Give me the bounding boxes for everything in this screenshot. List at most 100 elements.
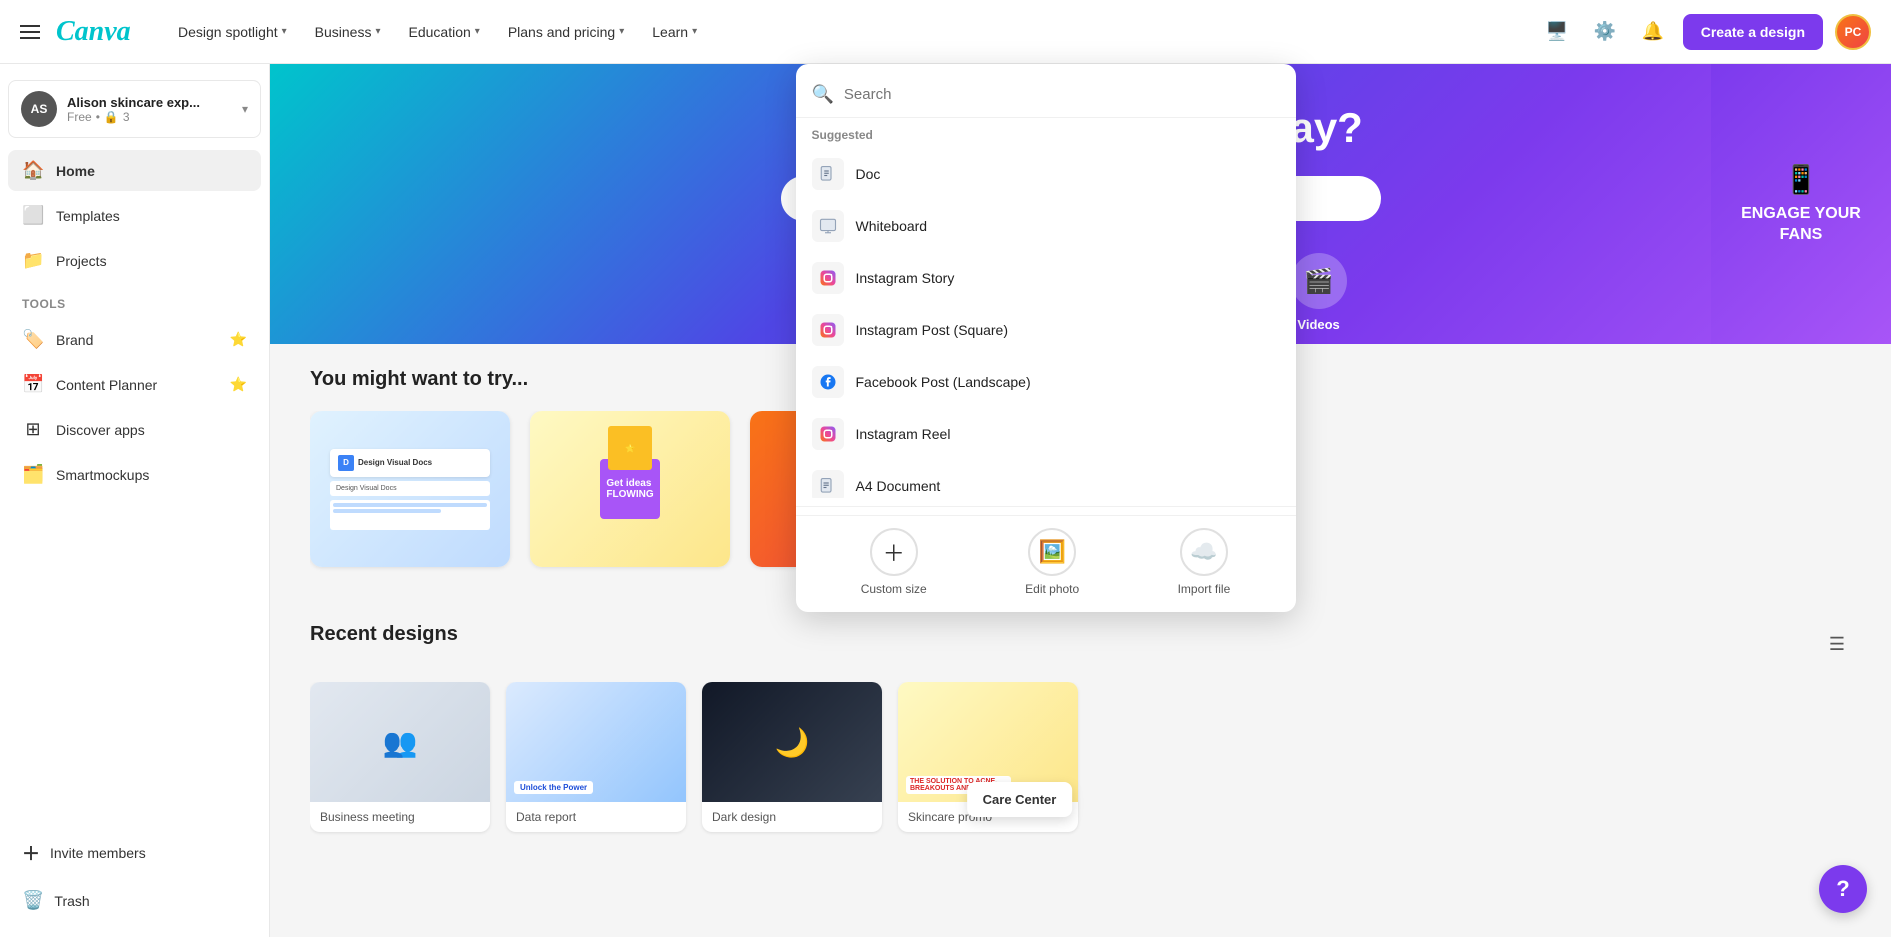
- search-item-doc-label: Doc: [856, 166, 881, 182]
- templates-icon: ⬜: [22, 205, 44, 226]
- sidebar-item-home[interactable]: 🏠 Home: [8, 150, 261, 191]
- search-item-a4[interactable]: A4 Document: [796, 460, 1296, 498]
- recent-card-label-2: Data report: [506, 802, 686, 832]
- recent-header-controls: ☰: [1823, 631, 1851, 659]
- discover-apps-icon: ⊞: [22, 419, 44, 440]
- suggested-label: Suggested: [796, 118, 1296, 148]
- edit-photo-action[interactable]: 🖼️ Edit photo: [1025, 528, 1079, 596]
- custom-size-icon: ＋: [870, 528, 918, 576]
- account-name: Alison skincare exp...: [67, 95, 232, 110]
- search-item-a4-label: A4 Document: [856, 478, 941, 494]
- search-dropdown-actions: ＋ Custom size 🖼️ Edit photo ☁️ Import fi…: [796, 515, 1296, 600]
- import-file-action[interactable]: ☁️ Import file: [1178, 528, 1231, 596]
- edit-photo-icon: 🖼️: [1028, 528, 1076, 576]
- recent-thumb-3: 🌙: [702, 682, 882, 802]
- recent-design-2[interactable]: Unlock the Power Data report: [506, 682, 686, 832]
- edit-photo-label: Edit photo: [1025, 582, 1079, 596]
- sidebar-item-label: Smartmockups: [56, 467, 149, 483]
- topnav-right: 🖥️ ⚙️ 🔔 Create a design PC: [1539, 14, 1871, 50]
- care-center-toast: Care Center: [967, 782, 1073, 817]
- search-item-facebook-post[interactable]: Facebook Post (Landscape): [796, 356, 1296, 408]
- sidebar-item-label: Brand: [56, 332, 93, 348]
- create-design-button[interactable]: Create a design: [1683, 14, 1823, 50]
- sidebar-item-templates[interactable]: ⬜ Templates: [8, 195, 261, 236]
- hero-category-videos[interactable]: 🎬 Videos: [1291, 253, 1347, 332]
- help-button[interactable]: ?: [1819, 865, 1867, 913]
- instagram-square-icon: [812, 314, 844, 346]
- hero-right-text: ENGAGE YOUR FANS: [1727, 204, 1875, 246]
- a4-icon: [812, 470, 844, 498]
- sidebar-item-label: Home: [56, 163, 95, 179]
- monitor-icon[interactable]: 🖥️: [1539, 14, 1575, 50]
- search-item-instagram-reel-label: Instagram Reel: [856, 426, 951, 442]
- import-file-label: Import file: [1178, 582, 1231, 596]
- facebook-post-icon: [812, 366, 844, 398]
- recent-thumb-1: 👥: [310, 682, 490, 802]
- recent-designs-section: Recent designs ☰ 👥 Business meeting Unlo…: [270, 599, 1891, 864]
- sidebar: AS Alison skincare exp... Free • 🔒 3 ▾ 🏠…: [0, 64, 270, 937]
- menu-item-business[interactable]: Business ▾: [303, 16, 393, 48]
- search-item-doc[interactable]: Doc: [796, 148, 1296, 200]
- recent-design-3[interactable]: 🌙 Dark design: [702, 682, 882, 832]
- trash-button[interactable]: 🗑️ Trash: [8, 880, 261, 921]
- trash-icon: 🗑️: [22, 890, 44, 911]
- sidebar-item-brand[interactable]: 🏷️ Brand ⭐: [8, 319, 261, 360]
- search-item-instagram-story[interactable]: Instagram Story: [796, 252, 1296, 304]
- search-item-whiteboard[interactable]: Whiteboard: [796, 200, 1296, 252]
- search-dropdown-input[interactable]: [844, 86, 1280, 103]
- instagram-story-icon: [812, 262, 844, 294]
- recent-thumb-2: Unlock the Power: [506, 682, 686, 802]
- account-info: Alison skincare exp... Free • 🔒 3: [67, 95, 232, 124]
- recent-card-label-3: Dark design: [702, 802, 882, 832]
- custom-size-action[interactable]: ＋ Custom size: [861, 528, 927, 596]
- account-avatar: AS: [21, 91, 57, 127]
- content-planner-icon: 📅: [22, 374, 44, 395]
- doc-icon: [812, 158, 844, 190]
- card-whiteboard[interactable]: Get ideasFLOWING ⭐ Whiteboard: [530, 411, 730, 567]
- import-file-icon: ☁️: [1180, 528, 1228, 576]
- sidebar-item-projects[interactable]: 📁 Projects: [8, 240, 261, 281]
- sidebar-item-label: Templates: [56, 208, 120, 224]
- trash-label: Trash: [54, 893, 89, 909]
- videos-icon: 🎬: [1291, 253, 1347, 309]
- search-item-facebook-post-label: Facebook Post (Landscape): [856, 374, 1031, 390]
- search-dropdown-scroll: Suggested Doc Whiteboard Instagram Story: [796, 118, 1296, 498]
- search-item-instagram-square-label: Instagram Post (Square): [856, 322, 1009, 338]
- menu-item-design-spotlight[interactable]: Design spotlight ▾: [166, 16, 299, 48]
- recent-designs-row: 👥 Business meeting Unlock the Power Data…: [310, 682, 1851, 840]
- top-menu: Design spotlight ▾ Business ▾ Education …: [166, 16, 1531, 48]
- card-doc[interactable]: D Design Visual Docs Design Visual Docs …: [310, 411, 510, 567]
- recent-designs-header: Recent designs ☰: [310, 623, 1851, 666]
- tools-section-label: Tools: [8, 285, 261, 315]
- sidebar-item-content-planner[interactable]: 📅 Content Planner ⭐: [8, 364, 261, 405]
- menu-item-learn[interactable]: Learn ▾: [640, 16, 709, 48]
- invite-members-button[interactable]: ＋ Invite members: [8, 830, 261, 876]
- notifications-icon[interactable]: 🔔: [1635, 14, 1671, 50]
- sidebar-item-smartmockups[interactable]: 🗂️ Smartmockups: [8, 454, 261, 495]
- account-switcher[interactable]: AS Alison skincare exp... Free • 🔒 3 ▾: [8, 80, 261, 138]
- sidebar-item-label: Content Planner: [56, 377, 157, 393]
- menu-item-education[interactable]: Education ▾: [397, 16, 492, 48]
- videos-label: Videos: [1297, 317, 1339, 332]
- logo[interactable]: Canva: [56, 16, 146, 48]
- menu-item-plans-pricing[interactable]: Plans and pricing ▾: [496, 16, 636, 48]
- top-navigation: Canva Design spotlight ▾ Business ▾ Educ…: [0, 0, 1891, 64]
- search-item-instagram-square[interactable]: Instagram Post (Square): [796, 304, 1296, 356]
- list-view-button[interactable]: ☰: [1823, 631, 1851, 659]
- sidebar-item-discover-apps[interactable]: ⊞ Discover apps: [8, 409, 261, 450]
- recent-design-1[interactable]: 👥 Business meeting: [310, 682, 490, 832]
- brand-icon: 🏷️: [22, 329, 44, 350]
- whiteboard-icon: [812, 210, 844, 242]
- search-dropdown-search-icon: 🔍: [812, 84, 834, 105]
- sidebar-item-label: Discover apps: [56, 422, 145, 438]
- hamburger-menu[interactable]: [20, 25, 40, 39]
- smartmockups-icon: 🗂️: [22, 464, 44, 485]
- custom-size-label: Custom size: [861, 582, 927, 596]
- search-dropdown-header: 🔍: [796, 76, 1296, 118]
- settings-icon[interactable]: ⚙️: [1587, 14, 1623, 50]
- hero-right-promo[interactable]: 📱 ENGAGE YOUR FANS: [1711, 64, 1891, 344]
- account-plan: Free • 🔒 3: [67, 110, 232, 124]
- search-item-instagram-reel[interactable]: Instagram Reel: [796, 408, 1296, 460]
- search-item-instagram-story-label: Instagram Story: [856, 270, 955, 286]
- user-avatar[interactable]: PC: [1835, 14, 1871, 50]
